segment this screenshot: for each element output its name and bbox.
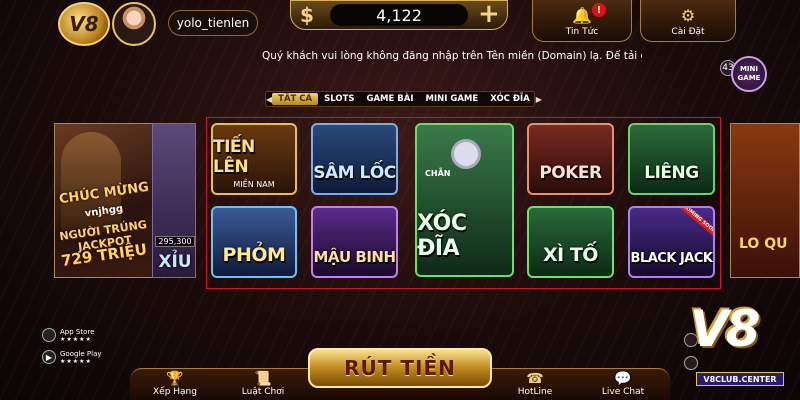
game-label: XÓC ĐĨA xyxy=(417,211,467,261)
rules-book-icon: 📜 xyxy=(254,371,272,387)
ranking-label: Xếp Hạng xyxy=(153,387,197,397)
category-tabs: ◀ TẤT CẢ SLOTS GAME BÀI MINI GAME XÓC ĐĨ… xyxy=(265,91,542,107)
tab-slots[interactable]: SLOTS xyxy=(318,94,360,104)
tai-xiu-game[interactable]: 295,300 XỈU xyxy=(152,123,196,278)
hotline-label: HotLine xyxy=(517,387,553,397)
apple-icon xyxy=(42,328,56,342)
game-black-jack[interactable]: COMING SOON BLACK JACK xyxy=(628,206,715,278)
rules-label: Luật Chơi xyxy=(241,387,285,397)
game-phom[interactable]: PHỎM xyxy=(211,206,297,278)
news-label: Tin Tức xyxy=(565,27,599,37)
side-game-label: LO QU xyxy=(739,236,788,252)
rules-button[interactable]: 📜 Luật Chơi xyxy=(228,366,298,400)
game-label: SÂM LỐC xyxy=(313,163,396,183)
v8-logo: V8 xyxy=(58,2,110,46)
withdraw-label: RÚT TIỀN xyxy=(344,356,456,380)
gear-icon: ⚙ xyxy=(680,6,696,25)
rating-stars: ★★★★★ xyxy=(60,357,92,365)
withdraw-button[interactable]: RÚT TIỀN xyxy=(308,348,492,388)
ranking-button[interactable]: 🏆 Xếp Hạng xyxy=(140,366,210,400)
jackpot-banner[interactable]: CHÚC MỪNG vnjhgg NGƯỜI TRÚNG JACKPOT 729… xyxy=(54,123,154,278)
dice-plate-icon xyxy=(451,139,481,169)
settings-button[interactable]: ⚙ Cài Đặt xyxy=(640,0,736,42)
game-xoc-dia[interactable]: CHẴN XÓC ĐĨA xyxy=(415,123,514,277)
xoc-dia-tag: CHẴN xyxy=(425,169,451,178)
app-store-label: App Store xyxy=(60,327,95,336)
tab-card-games[interactable]: GAME BÀI xyxy=(361,94,420,104)
mini-game-button[interactable]: MINI GAME xyxy=(731,56,767,92)
live-chat-label: Live Chat xyxy=(601,387,645,397)
trophy-icon: 🏆 xyxy=(166,371,184,387)
avatar[interactable] xyxy=(112,2,156,46)
notice-marquee: Quý khách vui lòng không đăng nhập trên … xyxy=(262,50,642,62)
game-xi-to[interactable]: XÌ TỐ xyxy=(527,206,614,278)
watermark-url: V8CLUB.CENTER xyxy=(696,372,784,386)
coming-soon-ribbon: COMING SOON xyxy=(675,208,713,241)
side-game-banner[interactable]: LO QU xyxy=(730,123,800,278)
deposit-plus-button[interactable]: + xyxy=(478,1,500,27)
google-play-badge[interactable]: ▶ Google Play ★★★★★ xyxy=(42,349,102,365)
game-label: PHỎM xyxy=(222,244,286,266)
tab-xoc-dia[interactable]: XÓC ĐĨA xyxy=(484,94,536,104)
bell-icon: 🔔 xyxy=(572,6,592,25)
rating-stars: ★★★★★ xyxy=(60,335,92,343)
tab-mini-game[interactable]: MINI GAME xyxy=(420,94,485,104)
tai-xiu-label: XỈU xyxy=(158,252,192,272)
game-label: POKER xyxy=(539,163,602,183)
tai-xiu-pot: 295,300 xyxy=(155,236,195,247)
tab-all[interactable]: TẤT CẢ xyxy=(272,93,319,105)
chat-bubble-icon: 💬 xyxy=(614,371,632,387)
game-label: XÌ TỐ xyxy=(543,244,598,266)
watermark-logo: V8 xyxy=(690,300,760,358)
phone-icon: ☎ xyxy=(526,371,544,387)
dollar-icon: $ xyxy=(300,3,314,27)
game-label: BLACK JACK xyxy=(630,251,713,266)
news-badge: ! xyxy=(592,3,606,17)
game-label: LIÊNG xyxy=(644,163,699,183)
logo-text: V8 xyxy=(69,12,99,36)
game-sublabel: MIỀN NAM xyxy=(233,180,275,189)
game-sam-loc[interactable]: SÂM LỐC xyxy=(311,123,398,195)
game-lieng[interactable]: LIÊNG xyxy=(628,123,715,195)
username-display[interactable]: yolo_tienlen xyxy=(168,10,258,36)
tabs-right-arrow-icon[interactable]: ▶ xyxy=(536,95,542,104)
game-label: MẬU BINH xyxy=(313,248,396,266)
game-tien-len[interactable]: TIẾN LÊN MIỀN NAM xyxy=(211,123,297,195)
settings-label: Cài Đặt xyxy=(671,27,705,37)
game-mau-binh[interactable]: MẬU BINH xyxy=(311,206,398,278)
app-store-badge[interactable]: App Store ★★★★★ xyxy=(42,327,94,343)
hotline-button[interactable]: ☎ HotLine xyxy=(500,366,570,400)
game-poker[interactable]: POKER xyxy=(527,123,614,195)
google-play-label: Google Play xyxy=(60,349,102,358)
play-store-icon: ▶ xyxy=(42,350,56,364)
news-button[interactable]: 🔔 Tin Tức xyxy=(532,0,632,42)
balance-value: 4,122 xyxy=(330,4,468,26)
game-label: TIẾN LÊN xyxy=(213,137,255,177)
v8club-watermark: V8 V8CLUB.CENTER xyxy=(690,300,790,390)
live-chat-button[interactable]: 💬 Live Chat xyxy=(588,366,658,400)
